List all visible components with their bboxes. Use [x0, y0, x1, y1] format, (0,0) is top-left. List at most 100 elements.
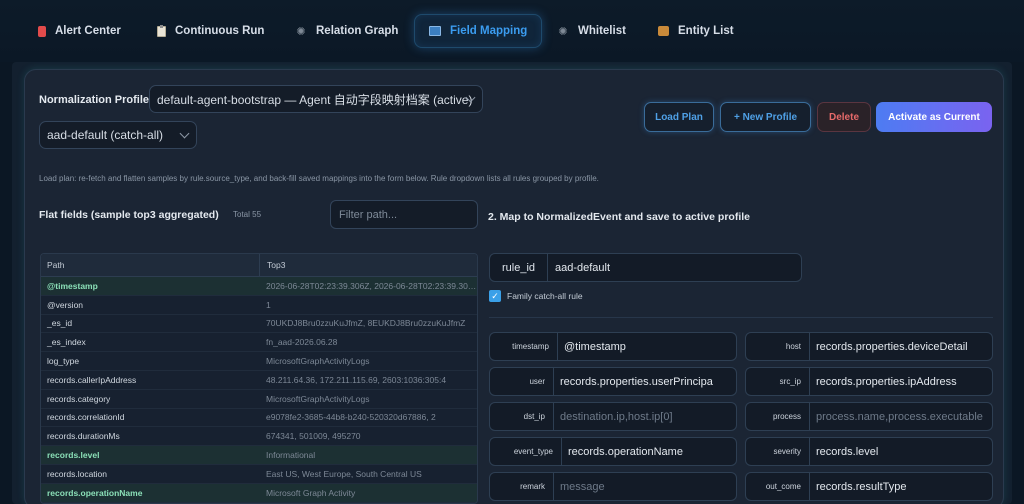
cell-top3: MicrosoftGraphActivityLogs — [266, 393, 370, 404]
tab-field-mapping[interactable]: Field Mapping — [414, 14, 543, 48]
field-label: severity — [746, 438, 810, 465]
field-value: destination.ip,host.ip[0] — [560, 410, 673, 423]
cell-top3: Microsoft Graph Activity — [266, 487, 356, 498]
field-mapping-panel: Normalization Profile default-agent-boot… — [24, 69, 1004, 504]
table-row[interactable]: log_type MicrosoftGraphActivityLogs — [41, 352, 477, 371]
divider — [489, 317, 993, 318]
graph-icon: ✺ — [296, 25, 306, 38]
cell-path: log_type — [47, 356, 80, 367]
cell-path: @timestamp — [47, 280, 98, 291]
field-host[interactable]: host records.properties.deviceDetail — [745, 332, 993, 361]
rule-id-field[interactable]: rule_id aad-default — [489, 253, 802, 282]
flat-fields-total: Total 55 — [233, 210, 262, 219]
column-header-top3: Top3 — [267, 260, 286, 270]
table-row[interactable]: records.durationMs 674341, 501009, 495270 — [41, 427, 477, 447]
map-icon — [429, 26, 441, 36]
field-value: message — [560, 480, 605, 493]
flat-fields-title: Flat fields (sample top3 aggregated) — [39, 209, 219, 221]
tab-alert-center[interactable]: Alert Center — [24, 14, 135, 48]
field-severity[interactable]: severity records.level — [745, 437, 993, 466]
field-event-type[interactable]: event_type records.operationName — [489, 437, 737, 466]
profile-select[interactable]: default-agent-bootstrap — Agent 自动字段映射档案… — [149, 85, 483, 113]
field-value: records.level — [816, 445, 879, 458]
table-row[interactable]: records.location East US, West Europe, So… — [41, 465, 477, 484]
field-value: records.resultType — [816, 480, 907, 493]
cell-top3: 674341, 501009, 495270 — [266, 431, 361, 442]
cell-path: records.level — [47, 450, 100, 461]
cell-top3: 48.211.64.36, 172.211.115.69, 2603:1036:… — [266, 374, 447, 385]
flat-fields-table: Path Top3 @timestamp 2026-06-28T02:23:39.… — [40, 253, 478, 504]
table-row[interactable]: _es_id 70UKDJ8Bru0zzuKuJfmZ, 8EUKDJ8Bru0z… — [41, 315, 477, 334]
tab-relation-graph[interactable]: ✺ Relation Graph — [281, 14, 412, 48]
table-row[interactable]: records.callerIpAddress 48.211.64.36, 172… — [41, 371, 477, 390]
field-label: remark — [490, 473, 554, 500]
cell-top3: e9078fe2-3685-44b8-b240-520320d67886, 2 — [266, 412, 436, 423]
tab-continuous-run[interactable]: Continuous Run — [143, 14, 278, 48]
cell-top3: 70UKDJ8Bru0zzuKuJfmZ, 8EUKDJ8Bru0zzuKuJf… — [266, 318, 466, 329]
cell-path: records.category — [47, 393, 111, 404]
normalization-profile-label: Normalization Profile — [39, 94, 150, 106]
field-dst-ip[interactable]: dst_ip destination.ip,host.ip[0] — [489, 402, 737, 431]
field-label: out_come — [746, 473, 810, 500]
box-icon — [658, 26, 669, 36]
field-user[interactable]: user records.properties.userPrincipa — [489, 367, 737, 396]
rule-select-value: aad-default (catch-all) — [47, 128, 164, 142]
field-process[interactable]: process process.name,process.executable — [745, 402, 993, 431]
activate-button[interactable]: Activate as Current — [876, 102, 992, 132]
filter-path-input[interactable] — [330, 200, 478, 229]
catch-all-label: Family catch-all rule — [507, 291, 583, 301]
field-value: process.name,process.executable — [816, 410, 983, 423]
load-plan-hint: Load plan: re-fetch and flatten samples … — [39, 174, 599, 183]
cell-top3: 2026-06-28T02:23:39.306Z, 2026-06-28T02:… — [266, 280, 477, 291]
table-row[interactable]: records.operationName Microsoft Graph Act… — [41, 483, 477, 503]
rule-id-value: aad-default — [555, 261, 611, 274]
tab-whitelist[interactable]: ✺ Whitelist — [543, 14, 640, 48]
field-value: records.operationName — [568, 445, 683, 458]
field-src-ip[interactable]: src_ip records.properties.ipAddress — [745, 367, 993, 396]
field-label: user — [490, 368, 554, 395]
table-row[interactable]: _es_index fn_aad-2026.06.28 — [41, 333, 477, 353]
load-plan-button[interactable]: Load Plan — [644, 102, 714, 132]
cell-path: records.durationMs — [47, 431, 120, 442]
cell-top3: fn_aad-2026.06.28 — [266, 337, 338, 348]
field-label: src_ip — [746, 368, 810, 395]
new-profile-button[interactable]: + New Profile — [720, 102, 811, 132]
table-row[interactable]: records.level Informational — [41, 446, 477, 465]
tab-label: Whitelist — [578, 25, 626, 37]
rule-select[interactable]: aad-default (catch-all) — [39, 121, 197, 149]
alert-icon — [38, 25, 46, 37]
tab-label: Continuous Run — [175, 25, 265, 37]
delete-button[interactable]: Delete — [817, 102, 871, 132]
field-remark[interactable]: remark message — [489, 472, 737, 501]
cell-path: records.correlationId — [47, 412, 125, 423]
cell-path: records.callerIpAddress — [47, 374, 137, 385]
field-label: timestamp — [490, 333, 558, 360]
field-value: records.properties.deviceDetail — [816, 340, 968, 353]
table-header: Path Top3 — [41, 254, 477, 277]
field-label: event_type — [490, 438, 562, 465]
cell-top3: MicrosoftGraphActivityLogs — [266, 356, 370, 367]
tab-entity-list[interactable]: Entity List — [644, 14, 748, 48]
field-value: records.properties.userPrincipa — [560, 375, 713, 388]
table-row[interactable]: records.category MicrosoftGraphActivityLo… — [41, 390, 477, 409]
table-row[interactable]: records.correlationId e9078fe2-3685-44b8-… — [41, 409, 477, 428]
catch-all-checkbox[interactable]: ✓ — [489, 290, 501, 302]
cell-path: records.operationName — [47, 487, 143, 498]
tab-label: Alert Center — [55, 25, 121, 37]
table-row[interactable]: @timestamp 2026-06-28T02:23:39.306Z, 2026… — [41, 277, 477, 296]
field-label: host — [746, 333, 810, 360]
table-row[interactable]: @version 1 — [41, 296, 477, 315]
tab-bar: Alert Center Continuous Run ✺ Relation G… — [0, 0, 1024, 62]
cell-path: records.location — [47, 468, 108, 479]
cell-path: @version — [47, 299, 84, 310]
field-value: @timestamp — [564, 340, 626, 353]
chevron-down-icon — [179, 128, 190, 139]
cell-path: _es_index — [47, 337, 86, 348]
field-label: dst_ip — [490, 403, 554, 430]
tab-label: Relation Graph — [316, 25, 399, 37]
field-timestamp[interactable]: timestamp @timestamp — [489, 332, 737, 361]
field-value: records.properties.ipAddress — [816, 375, 957, 388]
cell-top3: East US, West Europe, South Central US — [266, 468, 422, 479]
field-out-come[interactable]: out_come records.resultType — [745, 472, 993, 501]
column-header-path: Path — [41, 254, 260, 276]
